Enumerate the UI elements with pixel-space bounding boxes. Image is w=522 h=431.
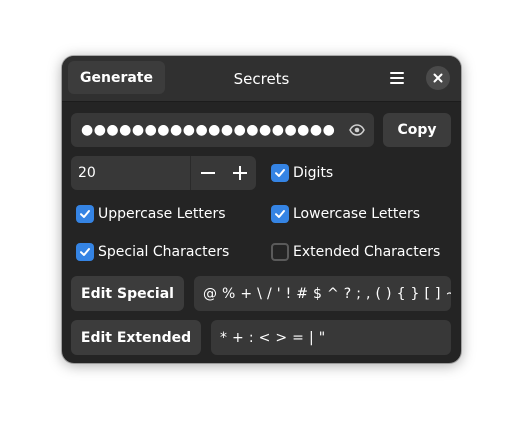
lowercase-checkbox[interactable] <box>271 205 289 223</box>
hamburger-menu-icon <box>390 72 404 84</box>
special-option[interactable]: Special Characters <box>76 243 229 261</box>
length-value: 20 <box>78 165 96 181</box>
special-checkbox[interactable] <box>76 243 94 261</box>
digits-option[interactable]: Digits <box>271 164 333 182</box>
edit-extended-button[interactable]: Edit Extended <box>71 320 201 355</box>
extended-characters-value: * + : < > = | " <box>220 329 326 346</box>
eye-icon[interactable] <box>349 122 365 138</box>
checkmark-icon <box>275 210 285 218</box>
headerbar: Generate Secrets <box>62 56 461 102</box>
lowercase-label: Lowercase Letters <box>293 206 421 222</box>
close-icon <box>433 73 443 83</box>
special-characters-field[interactable]: @ % + \ / ' ! # $ ^ ? ; , ( ) { } [ ] ~ … <box>194 276 451 311</box>
close-button[interactable] <box>426 66 450 90</box>
lowercase-option[interactable]: Lowercase Letters <box>271 205 420 223</box>
uppercase-checkbox[interactable] <box>76 205 94 223</box>
checkmark-icon <box>275 169 285 177</box>
extended-checkbox[interactable] <box>271 243 289 261</box>
password-field[interactable]: ●●●●●●●●●●●●●●●●●●●● <box>71 113 374 147</box>
minus-icon <box>201 172 215 174</box>
special-characters-value: @ % + \ / ' ! # $ ^ ? ; , ( ) { } [ ] ~ … <box>203 285 451 302</box>
copy-button[interactable]: Copy <box>383 113 451 147</box>
extended-characters-field[interactable]: * + : < > = | " <box>211 320 451 355</box>
main-menu-button[interactable] <box>384 65 410 91</box>
extended-option[interactable]: Extended Characters <box>271 243 440 261</box>
digits-label: Digits <box>293 165 334 181</box>
special-label: Special Characters <box>98 244 230 260</box>
password-value: ●●●●●●●●●●●●●●●●●●●● <box>81 122 336 138</box>
plus-icon <box>233 166 247 180</box>
checkmark-icon <box>80 248 90 256</box>
extended-label: Extended Characters <box>293 244 441 260</box>
length-spinbutton[interactable]: 20 <box>71 156 256 190</box>
edit-special-button[interactable]: Edit Special <box>71 276 184 311</box>
generate-button[interactable]: Generate <box>68 61 165 94</box>
increment-button[interactable] <box>224 156 256 190</box>
uppercase-label: Uppercase Letters <box>98 206 226 222</box>
decrement-button[interactable] <box>192 156 224 190</box>
digits-checkbox[interactable] <box>271 164 289 182</box>
secrets-window: Generate Secrets ●●●●●●●●●●●●●●●●●●●● Co… <box>62 56 461 363</box>
spin-divider <box>190 156 191 190</box>
checkmark-icon <box>80 210 90 218</box>
uppercase-option[interactable]: Uppercase Letters <box>76 205 226 223</box>
